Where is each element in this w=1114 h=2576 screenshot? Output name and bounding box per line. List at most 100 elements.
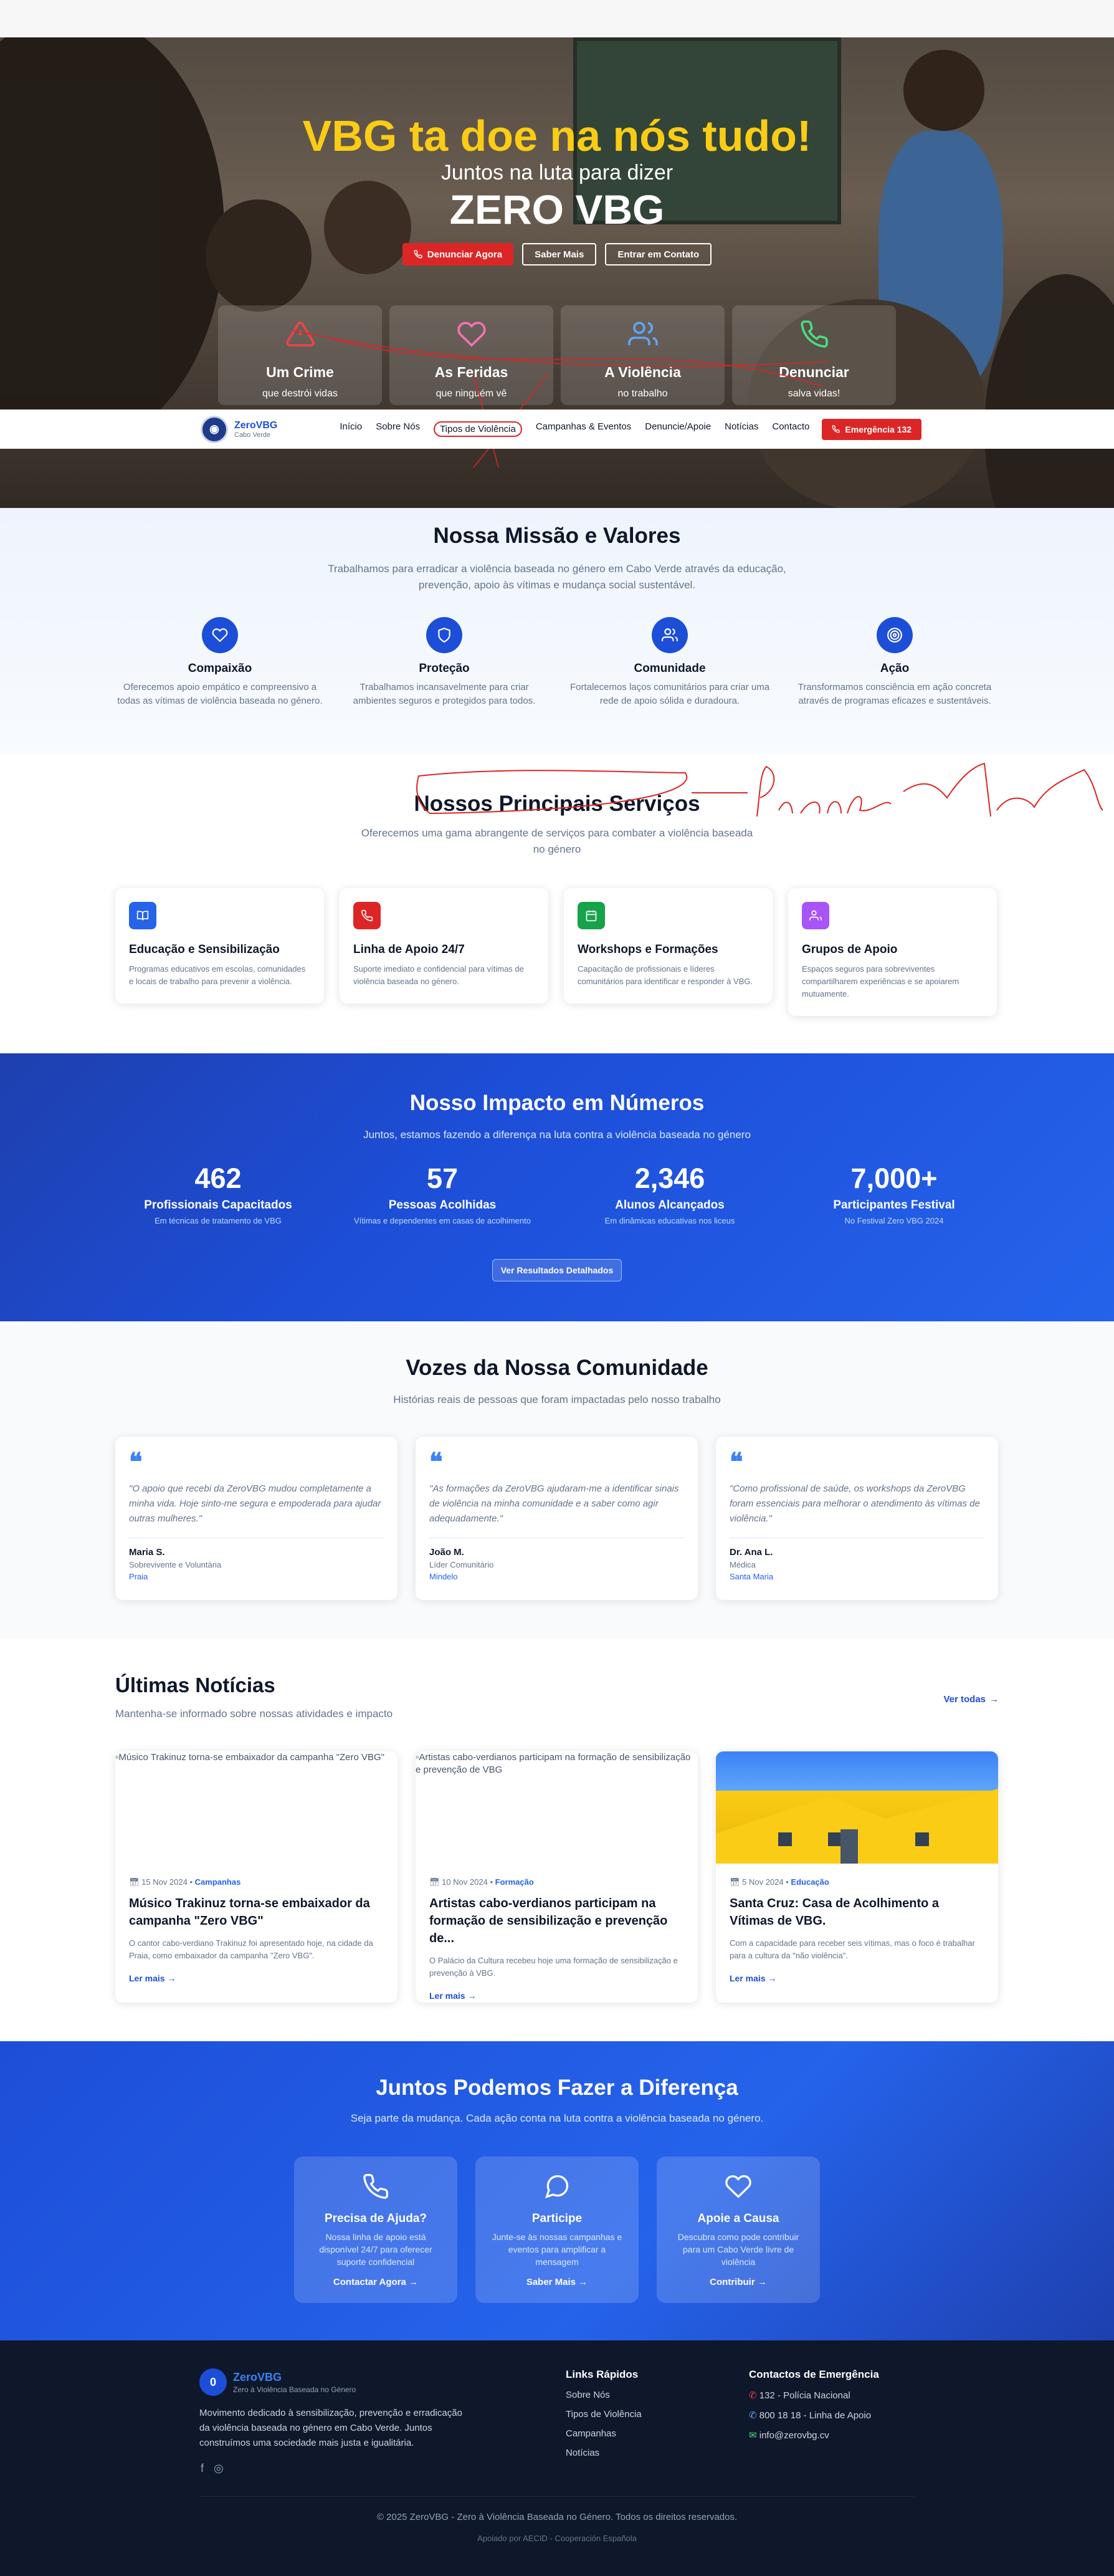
news-title: Santa Cruz: Casa de Acolhimento a Vítima… bbox=[730, 1897, 939, 1928]
impact-stat: 7,000+ Participantes Festival No Festiva… bbox=[801, 1162, 988, 1225]
stat-label: Profissionais Capacitados bbox=[144, 1199, 292, 1212]
testimonial-name: João M. bbox=[429, 1547, 464, 1558]
cta-box-desc: Descubra como pode contribuir para um Ca… bbox=[677, 2232, 799, 2267]
calendar-icon bbox=[586, 910, 597, 922]
footer-link-campanhas[interactable]: Campanhas bbox=[566, 2428, 642, 2439]
nav-item-inicio[interactable]: Início bbox=[340, 421, 362, 437]
contact-now-link[interactable]: Contactar Agora → bbox=[294, 2277, 457, 2287]
footer-link-tipos[interactable]: Tipos de Violência bbox=[566, 2409, 642, 2420]
heart-icon bbox=[212, 628, 228, 643]
handwritten-annotation bbox=[416, 762, 1103, 817]
value-title: Proteção bbox=[419, 662, 470, 675]
news-card[interactable]: 📅︎ 5 Nov 2024 • Educação Santa Cruz: Cas… bbox=[716, 1751, 998, 2003]
read-more-link[interactable]: Ler mais → bbox=[129, 1973, 384, 1983]
stat-number: 57 bbox=[426, 1162, 459, 1194]
emergency-button[interactable]: Emergência 132 bbox=[822, 418, 922, 440]
read-more-link[interactable]: Ler mais → bbox=[429, 1991, 684, 2001]
stat-label: Pessoas Acolhidas bbox=[388, 1199, 497, 1212]
news-title: Últimas Notícias bbox=[115, 1673, 275, 1697]
impact-title: Nosso Impacto em Números bbox=[409, 1091, 705, 1115]
value-card: Comunidade Fortalecemos laços comunitári… bbox=[564, 617, 776, 708]
news-category: Campanhas bbox=[194, 1877, 241, 1887]
contact-helpline[interactable]: ✆ 800 18 18 - Linha de Apoio bbox=[749, 2410, 879, 2421]
stat-number: 2,346 bbox=[634, 1162, 705, 1194]
contact-email-label: info@zerovbg.cv bbox=[759, 2430, 829, 2441]
value-title: Ação bbox=[880, 662, 910, 675]
impact-lead: Juntos, estamos fazendo a diferença na l… bbox=[363, 1129, 751, 1141]
news-card[interactable]: ▫Artistas cabo-verdianos participam na f… bbox=[416, 1751, 698, 2003]
stat-sub: Vítimas e dependentes em casas de acolhi… bbox=[353, 1216, 531, 1225]
calendar-icon: 📅︎ bbox=[730, 1877, 743, 1887]
instagram-icon[interactable]: ◎ bbox=[214, 2462, 224, 2475]
services-section: Nossos Principais Serviços Oferecemos um… bbox=[0, 754, 1114, 1053]
shield-icon bbox=[438, 628, 450, 643]
quote-icon: ❝ bbox=[429, 1448, 443, 1476]
support-note: Apoiado por AECID - Cooperación Española bbox=[477, 2534, 637, 2543]
impact-section: Nosso Impacto em Números Juntos, estamos… bbox=[0, 1053, 1114, 1321]
nav-item-noticias[interactable]: Notícias bbox=[725, 421, 758, 437]
chat-icon bbox=[545, 2175, 569, 2199]
read-more-link[interactable]: Ler mais → bbox=[730, 1973, 984, 1983]
logo-title: ZeroVBG bbox=[234, 419, 278, 431]
cta-box: Apoie a Causa Descubra como pode contrib… bbox=[657, 2157, 820, 2303]
calendar-icon: 📅︎ bbox=[129, 1877, 142, 1887]
phone-icon: ✆ bbox=[749, 2410, 759, 2421]
footer-link-sobre[interactable]: Sobre Nós bbox=[566, 2390, 642, 2400]
site-logo[interactable]: ◉ bbox=[201, 415, 228, 443]
cta-box-desc: Junte-se às nossas campanhas e eventos p… bbox=[492, 2232, 622, 2267]
detailed-results-button[interactable]: Ver Resultados Detalhados bbox=[492, 1259, 622, 1281]
footer-logo: 0 ZeroVBG Zero à Violência Baseada no Gé… bbox=[199, 2368, 356, 2396]
nav-item-tipos-violencia[interactable]: Tipos de Violência bbox=[434, 421, 522, 437]
value-title: Comunidade bbox=[634, 662, 706, 675]
testimonial-place: Santa Maria bbox=[730, 1572, 774, 1581]
contribute-link[interactable]: Contribuir → bbox=[657, 2277, 820, 2287]
logo-icon: ◉ bbox=[209, 423, 219, 435]
emergency-contacts: Contactos de Emergência ✆ 132 - Polícia … bbox=[749, 2368, 879, 2441]
value-desc: Trabalhamos incansavelmente para criar a… bbox=[353, 682, 536, 706]
see-all-link[interactable]: Ver todas → bbox=[943, 1694, 999, 1705]
participate-link[interactable]: Saber Mais → bbox=[475, 2277, 639, 2287]
testimonial-text: "O apoio que recebi da ZeroVBG mudou com… bbox=[129, 1483, 381, 1524]
cta-box-title: Precisa de Ajuda? bbox=[324, 2212, 427, 2225]
value-desc: Transformamos consciência em ação concre… bbox=[797, 682, 992, 706]
contact-police[interactable]: ✆ 132 - Polícia Nacional bbox=[749, 2390, 879, 2401]
footer-logo-badge: 0 bbox=[199, 2368, 227, 2396]
footer-logo-title: ZeroVBG bbox=[233, 2370, 282, 2383]
value-card: Compaixão Oferecemos apoio empático e co… bbox=[114, 617, 326, 708]
stat-sub: Em técnicas de tratamento de VBG bbox=[155, 1216, 282, 1225]
quote-icon: ❝ bbox=[730, 1448, 743, 1476]
news-desc: O Palácio da Cultura recebeu hoje uma fo… bbox=[429, 1956, 678, 1978]
service-desc: Espaços seguros para sobreviventes compa… bbox=[802, 964, 959, 998]
service-card[interactable]: Linha de Apoio 24/7 Suporte imediato e c… bbox=[340, 888, 548, 1003]
facebook-icon[interactable]: f bbox=[201, 2462, 204, 2475]
nav-item-campanhas[interactable]: Campanhas & Eventos bbox=[536, 421, 631, 437]
news-lead: Mantenha-se informado sobre nossas ativi… bbox=[115, 1708, 393, 1720]
contact-email[interactable]: ✉ info@zerovbg.cv bbox=[749, 2430, 879, 2441]
footer-link-noticias[interactable]: Notícias bbox=[566, 2448, 642, 2458]
users-icon bbox=[809, 910, 822, 921]
nav-item-contacto[interactable]: Contacto bbox=[772, 421, 809, 437]
quick-links: Links Rápidos Sobre Nós Tipos de Violênc… bbox=[566, 2368, 642, 2458]
news-category: Formação bbox=[495, 1877, 534, 1887]
emergency-contacts-title: Contactos de Emergência bbox=[749, 2368, 879, 2380]
news-section: Últimas Notícias Mantenha-se informado s… bbox=[0, 1639, 1114, 2041]
phone-icon bbox=[832, 425, 840, 433]
news-image-alt: Músico Trakinuz torna-se embaixador da c… bbox=[118, 1752, 385, 1763]
target-icon bbox=[887, 628, 902, 643]
nav-item-denuncie[interactable]: Denuncie/Apoie bbox=[645, 421, 711, 437]
service-card[interactable]: Grupos de Apoio Espaços seguros para sob… bbox=[788, 888, 997, 1016]
news-card[interactable]: ▫Músico Trakinuz torna-se embaixador da … bbox=[115, 1751, 398, 2003]
service-card[interactable]: Workshops e Formações Capacitação de pro… bbox=[564, 888, 773, 1003]
copyright: © 2025 ZeroVBG - Zero à Violência Basead… bbox=[376, 2512, 738, 2522]
book-icon bbox=[136, 911, 149, 921]
news-category: Educação bbox=[791, 1877, 829, 1887]
quote-icon: ❝ bbox=[129, 1448, 143, 1476]
news-image-alt: Artistas cabo-verdianos participam na fo… bbox=[416, 1752, 691, 1775]
phone-icon: ✆ bbox=[749, 2390, 759, 2401]
testimonials-title: Vozes da Nossa Comunidade bbox=[406, 1356, 708, 1380]
news-image bbox=[716, 1751, 998, 1864]
service-card[interactable]: Educação e Sensibilização Programas educ… bbox=[115, 888, 324, 1003]
nav-item-sobre-nos[interactable]: Sobre Nós bbox=[376, 421, 420, 437]
value-card: Proteção Trabalhamos incansavelmente par… bbox=[338, 617, 550, 708]
value-desc: Fortalecemos laços comunitários para cri… bbox=[569, 682, 770, 706]
